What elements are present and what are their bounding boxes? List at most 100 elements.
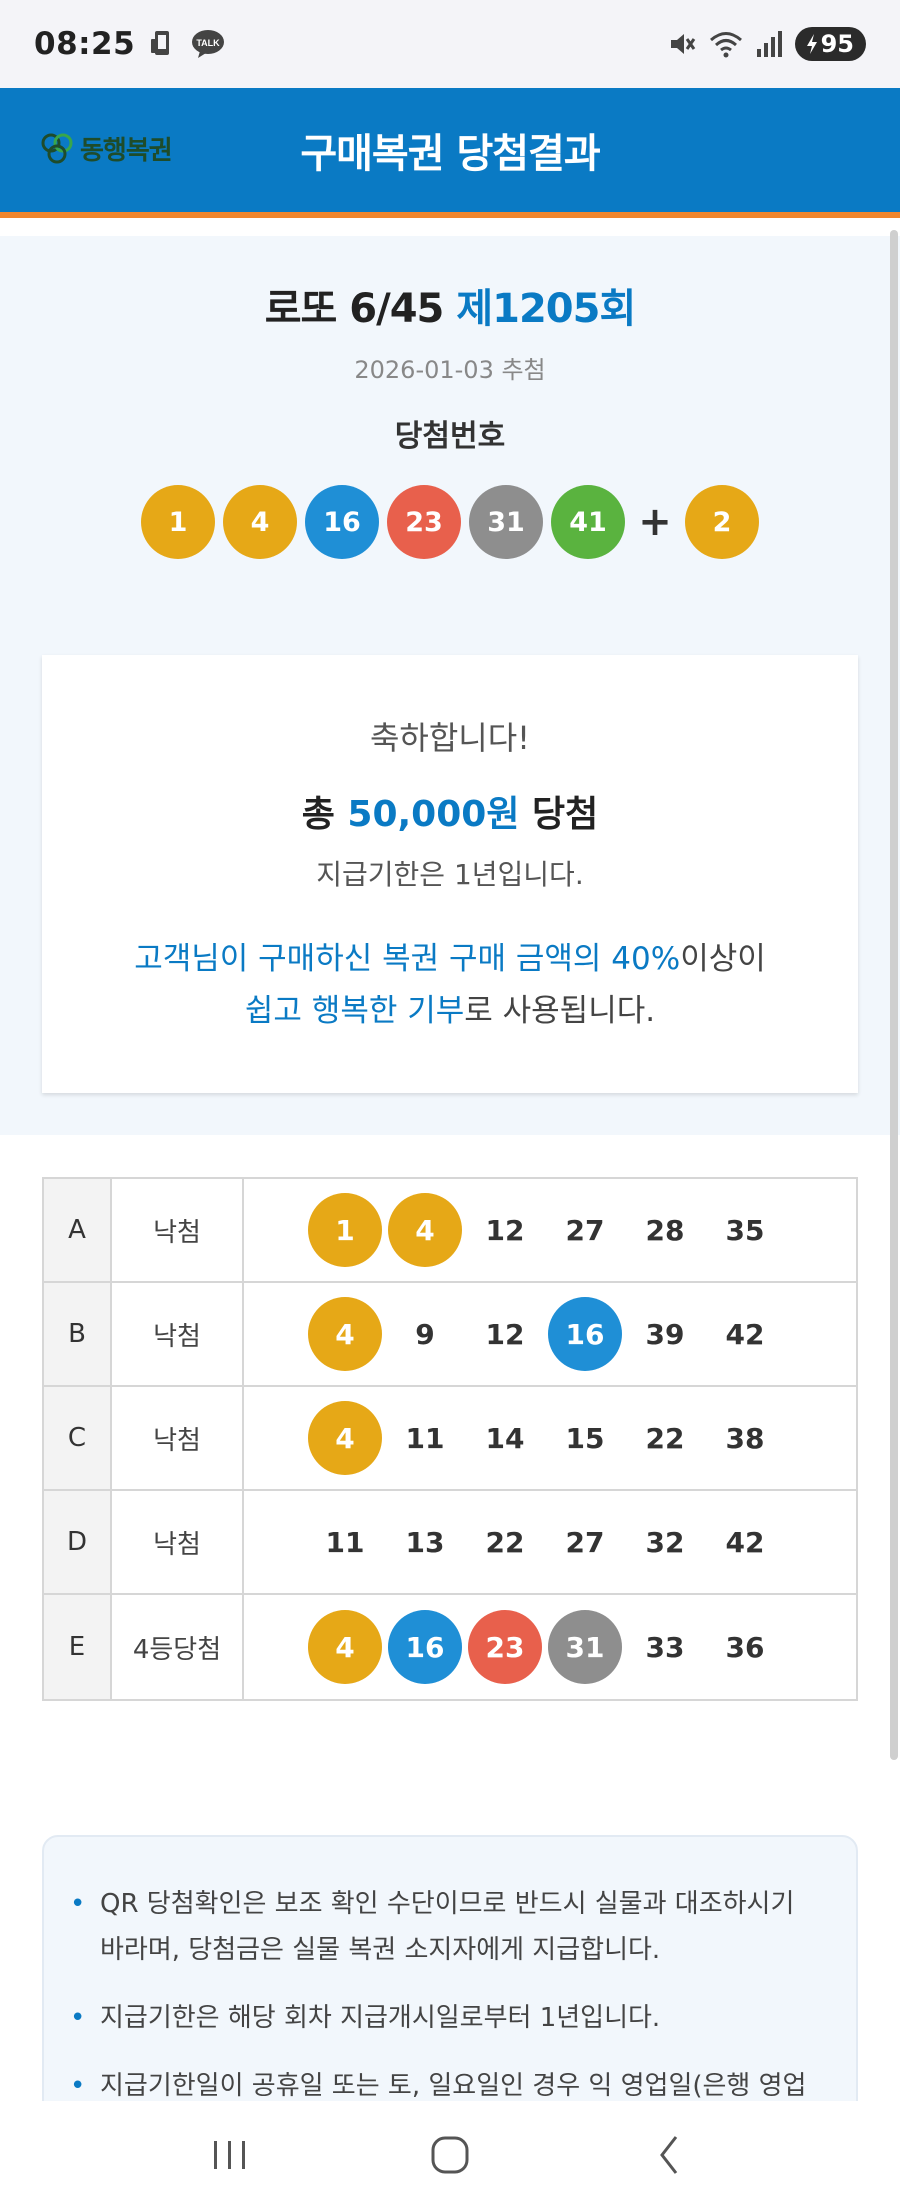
- status-right: 95: [667, 27, 866, 61]
- logo[interactable]: 동행복권: [40, 130, 173, 167]
- bullet-icon: •: [70, 1889, 86, 1919]
- donation-highlight-2: 쉽고 행복한 기부: [244, 993, 465, 1029]
- matched-number: 1: [308, 1193, 382, 1267]
- recent-apps-icon[interactable]: [190, 2115, 270, 2195]
- ticket-numbers: 4 16 23 31 33 36: [244, 1595, 856, 1699]
- talk-badge-text: TALK: [197, 38, 221, 48]
- winning-numbers: 1 4 16 23 31 41 + 2: [42, 485, 858, 559]
- total-amount: 50,000원: [347, 794, 520, 835]
- back-icon[interactable]: [630, 2115, 710, 2195]
- ticket-numbers: 4 9 12 16 39 42: [244, 1283, 856, 1385]
- ticket-number: 12: [485, 1317, 525, 1351]
- ticket-number: 27: [565, 1213, 605, 1247]
- draw-section: 로또 6/45 제1205회 2026-01-03 추첨 당첨번호 1 4 16…: [0, 236, 900, 1135]
- tickets-table: A 낙첨 1 4 12 27 28 35 B 낙첨 4 9 12 16 39 42 C 낙첨 4 11 14 15 22 38…: [42, 1177, 858, 1701]
- donation-highlight-1: 고객님이 구매하신 복권 구매 금액의 40%: [134, 941, 681, 977]
- bonus-ball: 2: [685, 485, 759, 559]
- matched-number: 4: [308, 1401, 382, 1475]
- donation-message: 고객님이 구매하신 복권 구매 금액의 40%이상이 쉽고 행복한 기부로 사용…: [62, 933, 838, 1037]
- table-row: E 4등당첨 4 16 23 31 33 36: [44, 1595, 856, 1699]
- ticket-numbers: 1 4 12 27 28 35: [244, 1179, 856, 1281]
- ticket-number: 35: [725, 1213, 765, 1247]
- draw-round: 제1205회: [456, 286, 636, 332]
- clover-logo-icon: [40, 132, 74, 166]
- ticket-result: 4등당첨: [112, 1595, 244, 1699]
- game-name: 로또 6/45: [264, 286, 445, 332]
- table-row: A 낙첨 1 4 12 27 28 35: [44, 1179, 856, 1283]
- app-header: 동행복권 구매복권 당첨결과: [0, 88, 900, 218]
- donation-text-2: 로 사용됩니다.: [464, 993, 656, 1029]
- notice-text: QR 당첨확인은 보조 확인 수단이므로 반드시 실물과 대조하시기 바라며, …: [100, 1889, 795, 1965]
- ticket-number: 38: [725, 1421, 765, 1455]
- draw-date: 2026-01-03 추첨: [354, 356, 546, 384]
- table-row: B 낙첨 4 9 12 16 39 42: [44, 1283, 856, 1387]
- ticket-number: 42: [725, 1317, 765, 1351]
- winning-ball: 4: [223, 485, 297, 559]
- winning-ball: 16: [305, 485, 379, 559]
- winning-ball: 31: [469, 485, 543, 559]
- home-icon[interactable]: [410, 2115, 490, 2195]
- ticket-result: 낙첨: [112, 1179, 244, 1281]
- ticket-label: A: [44, 1179, 112, 1281]
- scrollbar[interactable]: [890, 230, 898, 1760]
- ticket-number: 32: [645, 1525, 685, 1559]
- ticket-label: C: [44, 1387, 112, 1489]
- notice-item: • QR 당첨확인은 보조 확인 수단이므로 반드시 실물과 대조하시기 바라며,…: [70, 1881, 816, 1973]
- notice-item: • 지급기한은 해당 회차 지급개시일로부터 1년입니다.: [70, 1995, 816, 2041]
- ticket-number: 39: [645, 1317, 685, 1351]
- ticket-number: 22: [485, 1525, 525, 1559]
- ticket-number: 33: [645, 1630, 685, 1664]
- ticket-result: 낙첨: [112, 1283, 244, 1385]
- total-suffix: 당첨: [532, 794, 599, 835]
- ticket-number: 36: [725, 1630, 765, 1664]
- matched-number: 31: [548, 1610, 622, 1684]
- matched-number: 4: [308, 1610, 382, 1684]
- table-row: D 낙첨 11 13 22 27 32 42: [44, 1491, 856, 1595]
- ticket-numbers: 4 11 14 15 22 38: [244, 1387, 856, 1489]
- status-time: 08:25: [34, 26, 136, 62]
- ticket-label: D: [44, 1491, 112, 1593]
- ticket-number: 42: [725, 1525, 765, 1559]
- ticket-result: 낙첨: [112, 1491, 244, 1593]
- table-row: C 낙첨 4 11 14 15 22 38: [44, 1387, 856, 1491]
- ticket-number: 22: [645, 1421, 685, 1455]
- donation-text-1: 이상이: [680, 941, 766, 977]
- ticket-number: 12: [485, 1213, 525, 1247]
- winning-numbers-label: 당첨번호: [394, 419, 506, 454]
- winning-ball: 23: [387, 485, 461, 559]
- ticket-number: 14: [485, 1421, 525, 1455]
- mute-icon: [667, 29, 697, 59]
- status-left: 08:25 TALK: [34, 26, 225, 62]
- plus-sign: +: [638, 499, 672, 545]
- status-bar: 08:25 TALK 95: [0, 0, 900, 88]
- ticket-label: E: [44, 1595, 112, 1699]
- ticket-number: 11: [325, 1525, 365, 1559]
- battery-indicator: 95: [794, 27, 866, 61]
- ticket-label: B: [44, 1283, 112, 1385]
- notice-text: 지급기한은 해당 회차 지급개시일로부터 1년입니다.: [100, 2003, 661, 2033]
- logo-text: 동행복권: [80, 136, 173, 166]
- bullet-icon: •: [70, 2003, 86, 2033]
- result-card: 축하합니다! 총 50,000원 당첨 지급기한은 1년입니다. 고객님이 구매…: [42, 655, 858, 1093]
- system-nav-bar: [0, 2101, 900, 2209]
- total-prize: 총 50,000원 당첨: [62, 785, 838, 837]
- matched-number: 16: [548, 1297, 622, 1371]
- ticket-number: 15: [565, 1421, 605, 1455]
- ticket-number: 28: [645, 1213, 685, 1247]
- ticket-number: 9: [415, 1317, 435, 1351]
- matched-number: 23: [468, 1610, 542, 1684]
- draw-title: 로또 6/45 제1205회: [42, 276, 858, 334]
- talk-icon: TALK: [191, 29, 225, 59]
- matched-number: 4: [388, 1193, 462, 1267]
- matched-number: 4: [308, 1297, 382, 1371]
- signal-icon: [755, 29, 783, 59]
- ticket-number: 11: [405, 1421, 445, 1455]
- phone-icon: [149, 29, 177, 59]
- wifi-icon: [709, 29, 743, 59]
- congrats-text: 축하합니다!: [369, 719, 531, 757]
- ticket-result: 낙첨: [112, 1387, 244, 1489]
- winning-ball: 1: [141, 485, 215, 559]
- ticket-number: 13: [405, 1525, 445, 1559]
- charging-icon: [806, 34, 817, 54]
- matched-number: 16: [388, 1610, 462, 1684]
